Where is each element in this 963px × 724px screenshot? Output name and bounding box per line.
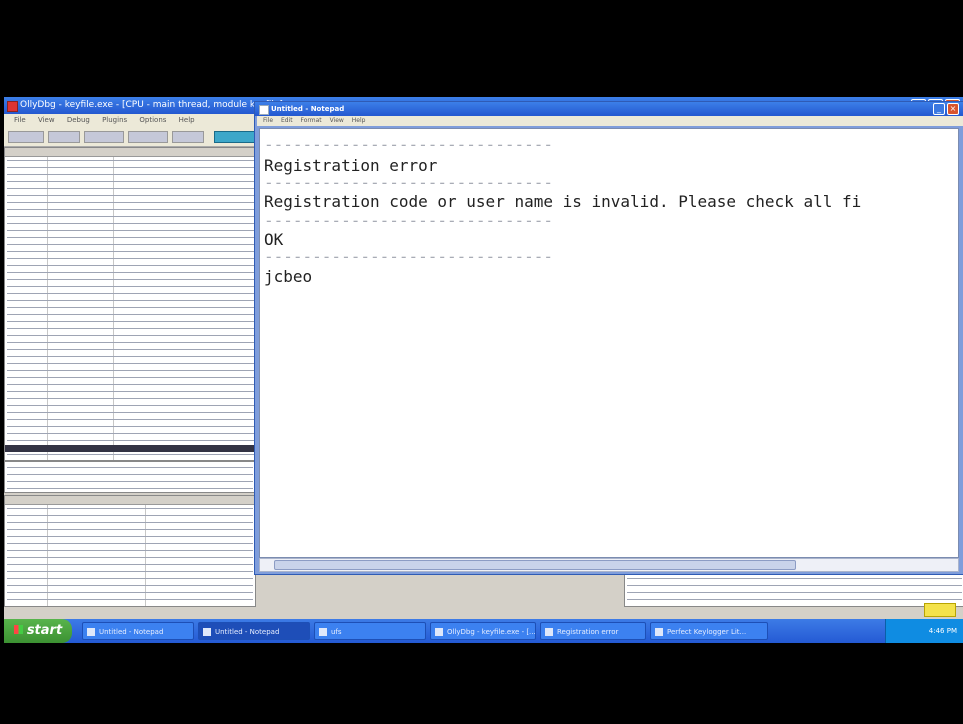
notepad-menu-bar: File Edit Format View Help	[257, 116, 963, 126]
np-menu-format[interactable]: Format	[301, 117, 322, 124]
np-menu-file[interactable]: File	[263, 117, 273, 124]
separator-line: ------------------------------	[264, 173, 553, 192]
clock: 4:46 PM	[928, 627, 957, 635]
notepad-app-icon	[259, 105, 269, 115]
username-line: jcbeo	[264, 267, 313, 286]
windows-logo-icon	[13, 625, 23, 634]
notepad-minimize-icon[interactable]: _	[933, 103, 945, 115]
menu-file[interactable]: File	[14, 116, 26, 124]
taskbar: start Untitled - Notepad Untitled - Note…	[4, 619, 963, 643]
notepad-window: Untitled - Notepad _ × File Edit Format …	[254, 101, 963, 575]
start-button[interactable]: start	[4, 619, 72, 643]
notepad-text-area[interactable]: ------------------------------ Registrat…	[259, 128, 959, 558]
np-menu-view[interactable]: View	[330, 117, 344, 124]
task-label: Untitled - Notepad	[215, 628, 280, 636]
ollydbg-app-icon	[7, 101, 18, 112]
task-label: Registration error	[557, 628, 619, 636]
disassembly-pane[interactable]	[4, 147, 286, 461]
open-file-icon[interactable]	[8, 131, 44, 143]
np-menu-help[interactable]: Help	[352, 117, 366, 124]
error-message-line: Registration code or user name is invali…	[264, 192, 862, 211]
scrollbar-thumb[interactable]	[274, 560, 796, 570]
trace-icon[interactable]	[172, 131, 204, 143]
notepad-window-title: Untitled - Notepad	[271, 105, 345, 113]
np-menu-edit[interactable]: Edit	[281, 117, 293, 124]
task-label: OllyDbg - keyfile.exe - [...	[447, 628, 536, 636]
notepad-title-bar[interactable]: Untitled - Notepad _ ×	[255, 102, 963, 116]
notepad-close-icon[interactable]: ×	[947, 103, 959, 115]
menu-plugins[interactable]: Plugins	[102, 116, 127, 124]
taskbar-item-notepad-2[interactable]: Untitled - Notepad	[198, 622, 310, 640]
info-pane	[4, 461, 256, 493]
dump-lines	[7, 506, 253, 604]
notepad-horizontal-scrollbar[interactable]	[259, 558, 959, 572]
menu-view[interactable]: View	[38, 116, 55, 124]
ollydbg-window-title: OllyDbg - keyfile.exe - [CPU - main thre…	[20, 100, 283, 110]
menu-options[interactable]: Options	[139, 116, 166, 124]
run-icon[interactable]	[48, 131, 80, 143]
menu-debug[interactable]: Debug	[67, 116, 90, 124]
disassembly-lines	[7, 158, 283, 458]
taskbar-item-ollydbg[interactable]: OllyDbg - keyfile.exe - [...	[430, 622, 536, 640]
taskbar-item-ufs[interactable]: ufs	[314, 622, 426, 640]
dump-pane[interactable]	[4, 495, 256, 607]
disassembly-header	[5, 148, 285, 157]
step-into-icon[interactable]	[84, 131, 124, 143]
taskbar-item-keylogger[interactable]: Perfect Keylogger Lit...	[650, 622, 768, 640]
separator-line: ------------------------------	[264, 135, 553, 154]
task-label: Untitled - Notepad	[99, 628, 164, 636]
menu-help[interactable]: Help	[179, 116, 195, 124]
taskbar-item-notepad-1[interactable]: Untitled - Notepad	[82, 622, 194, 640]
task-label: ufs	[331, 628, 342, 636]
task-label: Perfect Keylogger Lit...	[667, 628, 747, 636]
system-tray[interactable]: 4:46 PM	[885, 619, 963, 643]
status-indicator	[924, 603, 956, 617]
separator-line: ------------------------------	[264, 247, 553, 266]
start-label: start	[26, 623, 63, 638]
step-over-icon[interactable]	[128, 131, 168, 143]
dump-header	[5, 496, 255, 505]
taskbar-item-registration-error[interactable]: Registration error	[540, 622, 646, 640]
current-instruction-row[interactable]	[5, 445, 285, 452]
separator-line: ------------------------------	[264, 211, 553, 230]
